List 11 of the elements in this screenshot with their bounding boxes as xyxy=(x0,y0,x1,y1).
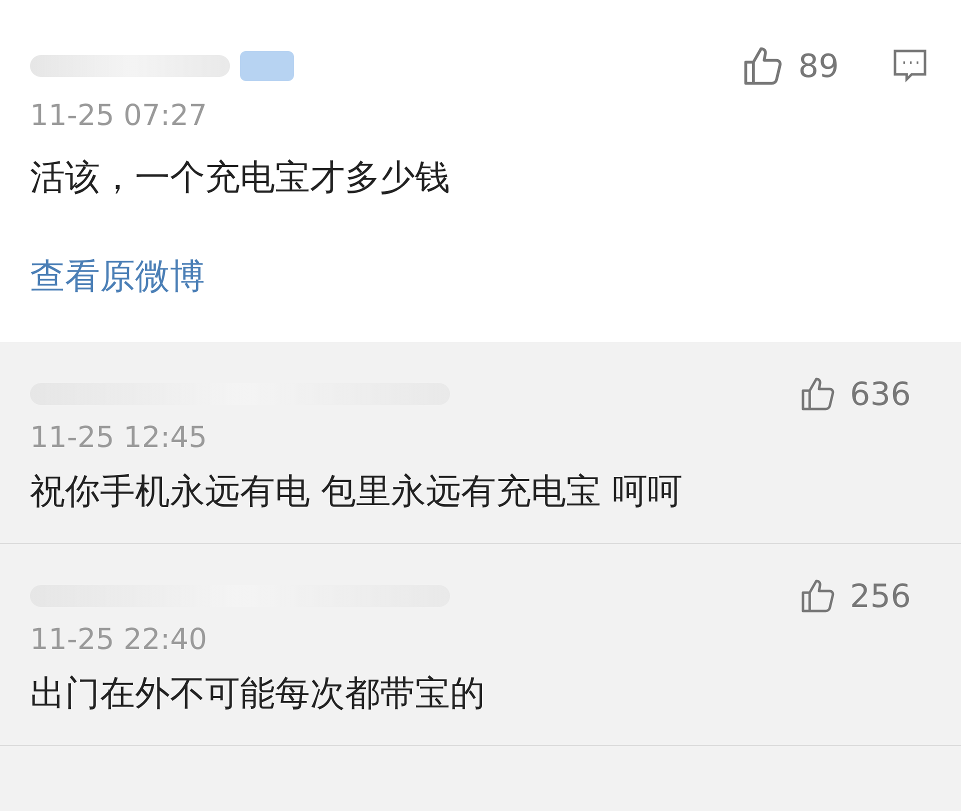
reply-text: 出门在外不可能每次都带宝的 xyxy=(30,673,486,716)
like-count: 89 xyxy=(798,47,839,85)
comment-text: 活该，一个充电宝才多少钱 xyxy=(30,157,451,200)
view-original-link[interactable]: 查看原微博 xyxy=(30,253,931,300)
reply-time: 11-25 12:45 xyxy=(30,420,208,454)
reply-text: 祝你手机永远有电 包里永远有充电宝 呵呵 xyxy=(30,471,684,514)
reply-time: 11-25 22:40 xyxy=(30,622,208,656)
like-count: 636 xyxy=(850,375,911,413)
comment-time: 11-25 07:27 xyxy=(30,98,208,132)
badge-icon xyxy=(240,51,294,81)
like-count: 256 xyxy=(850,577,911,615)
